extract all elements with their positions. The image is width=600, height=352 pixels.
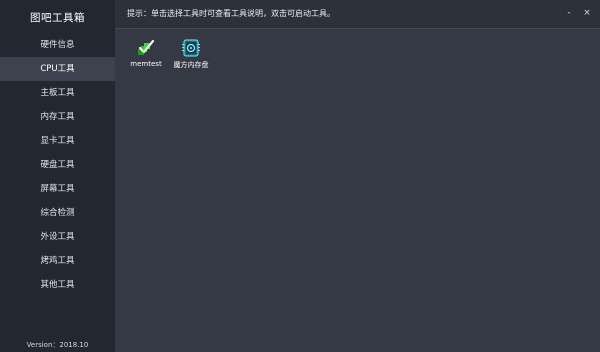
version-label: Version：2018.10 [26,341,89,349]
tool-label: 魔方内存盘 [173,61,209,69]
tool-memtest[interactable]: memtest [126,38,166,68]
sidebar-nav: 硬件信息 CPU工具 主板工具 内存工具 显卡工具 硬盘工具 屏幕工具 综合检测… [0,33,115,297]
tool-label: memtest [130,60,162,68]
sidebar-item-screen-tools[interactable]: 屏幕工具 [0,177,115,201]
minimize-button[interactable]: - [562,6,576,20]
hint-text: 提示：单击选择工具时可查看工具说明，双击可启动工具。 [127,9,335,18]
sidebar-item-peripheral-tools[interactable]: 外设工具 [0,225,115,249]
tool-ramdisk[interactable]: 魔方内存盘 [171,38,211,70]
app-title: 图吧工具箱 [30,12,85,24]
sidebar-item-disk-tools[interactable]: 硬盘工具 [0,153,115,177]
sidebar-item-overall-test[interactable]: 综合检测 [0,201,115,225]
close-button[interactable]: × [580,6,594,20]
sidebar-item-motherboard-tools[interactable]: 主板工具 [0,81,115,105]
sidebar: 图吧工具箱 硬件信息 CPU工具 主板工具 内存工具 显卡工具 硬盘工具 屏幕工… [0,0,115,352]
sidebar-item-other-tools[interactable]: 其他工具 [0,273,115,297]
sidebar-item-memory-tools[interactable]: 内存工具 [0,105,115,129]
sidebar-item-cpu-tools[interactable]: CPU工具 [0,57,115,81]
memtest-icon [138,39,155,55]
sidebar-item-gpu-tools[interactable]: 显卡工具 [0,129,115,153]
ramdisk-icon [182,39,200,57]
sidebar-item-hardware-info[interactable]: 硬件信息 [0,33,115,57]
sidebar-item-stress-tools[interactable]: 烤鸡工具 [0,249,115,273]
hint-bar: 提示：单击选择工具时可查看工具说明，双击可启动工具。 [115,0,600,29]
